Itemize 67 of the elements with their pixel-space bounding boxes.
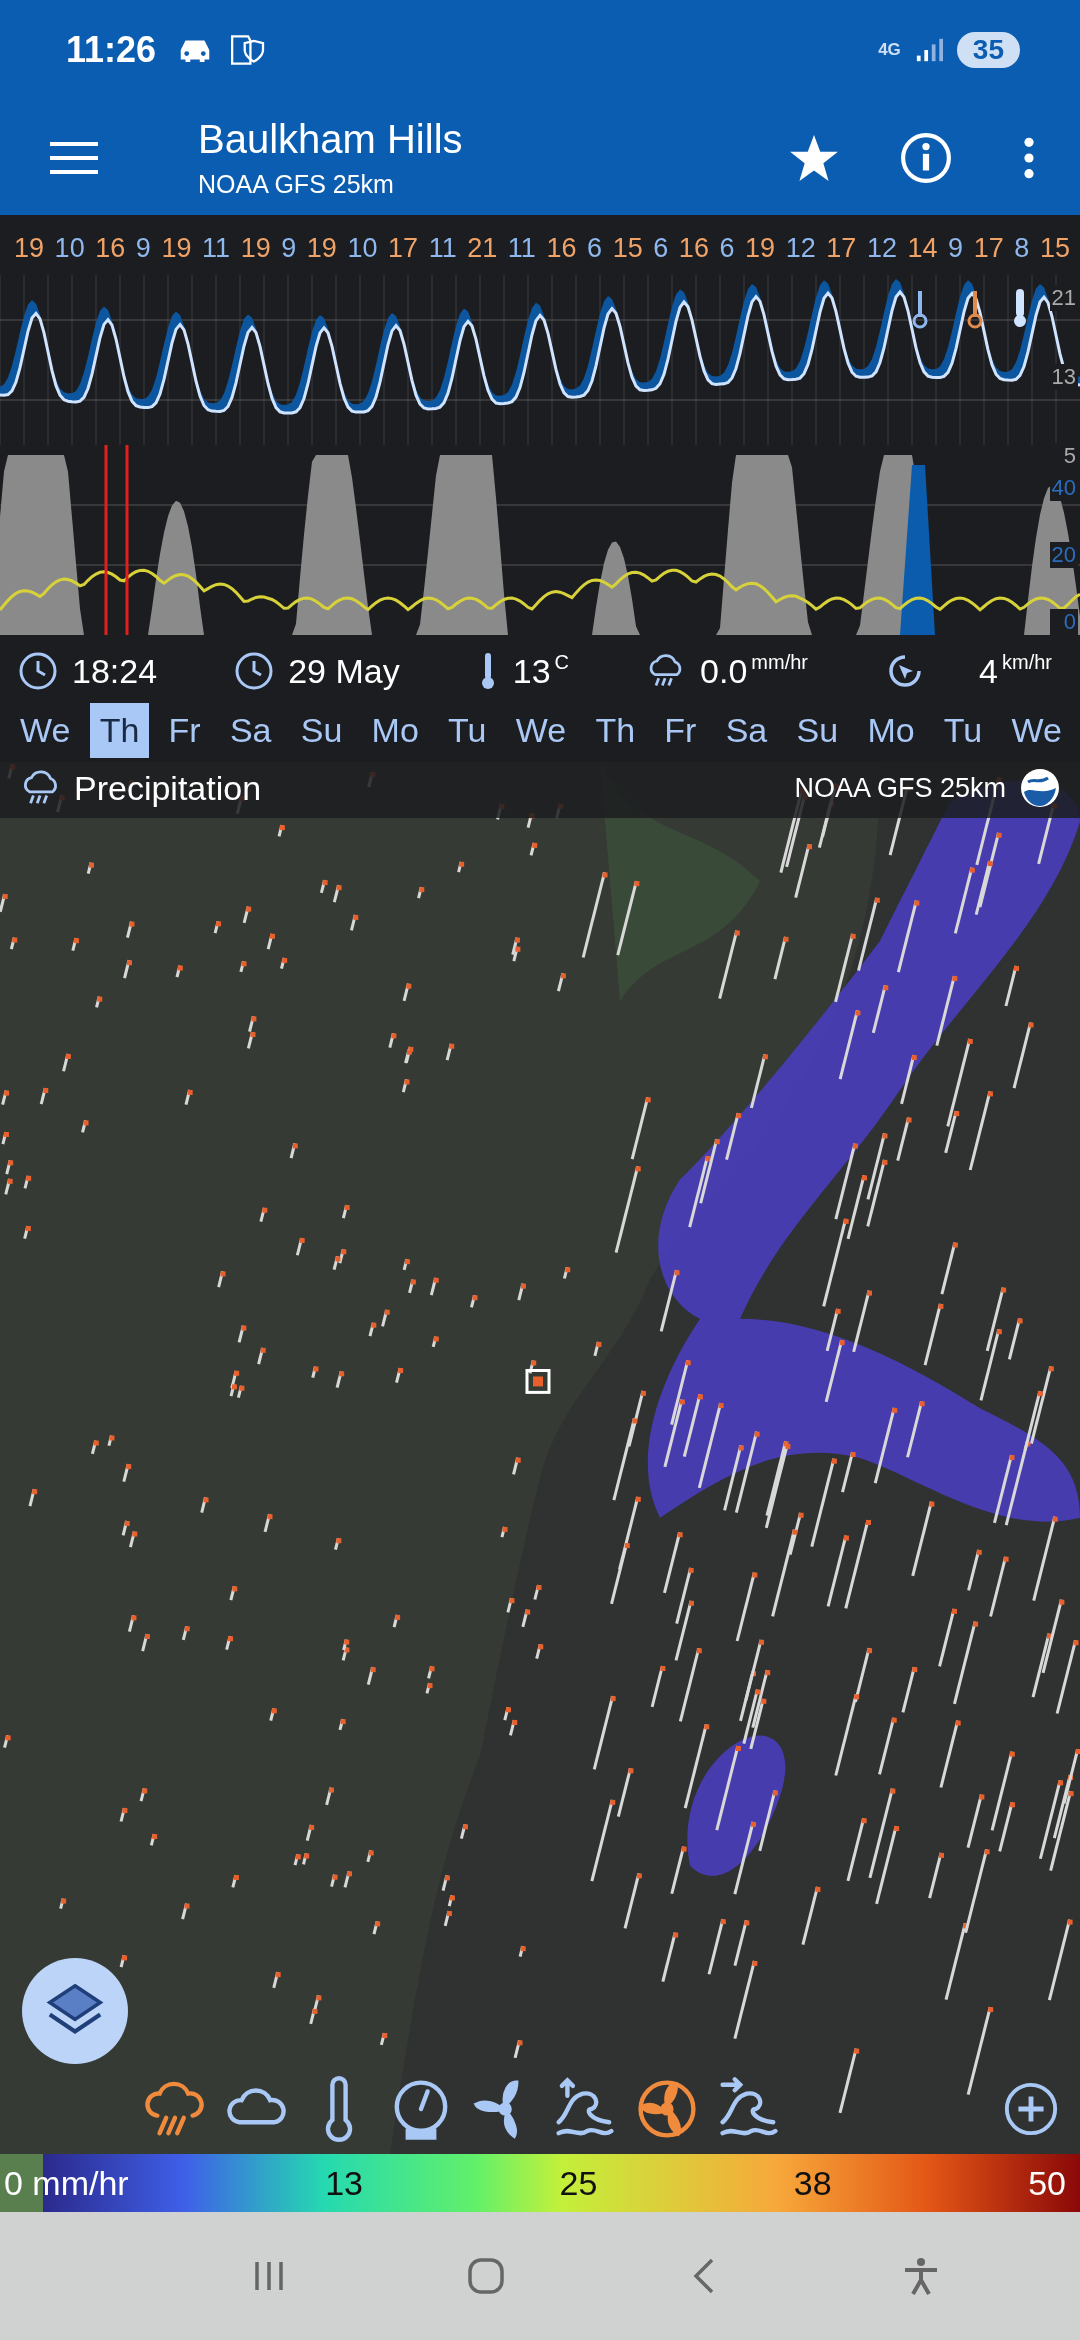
scale-label: 0 mm/hr: [4, 2163, 130, 2203]
daily-temperature: 17: [826, 233, 857, 265]
network-type: 4G: [878, 40, 901, 60]
daily-temperature: 19: [161, 233, 192, 265]
day-tab[interactable]: Th: [585, 703, 646, 758]
daily-temperature: 14: [907, 233, 938, 265]
daily-temperature: 19: [240, 233, 271, 265]
daily-temperature: 6: [653, 233, 669, 265]
daily-temperature: 6: [587, 233, 603, 265]
day-tab[interactable]: Sa: [219, 703, 282, 758]
time-readout: 18:24: [72, 651, 158, 691]
precipitation-readout: 0.0: [700, 651, 748, 691]
daily-temperature: 16: [95, 233, 126, 265]
temperature-axis-label: 21: [1049, 285, 1078, 311]
temperature-unit: C: [554, 651, 569, 674]
daily-temperature: 10: [347, 233, 378, 265]
day-tab[interactable]: Fr: [158, 703, 211, 758]
wind-readout: 4: [979, 651, 998, 691]
day-tab[interactable]: Su: [786, 703, 849, 758]
daily-temperature: 6: [719, 233, 735, 265]
daily-temperature: 15: [1039, 233, 1070, 265]
day-tab[interactable]: Fr: [654, 703, 707, 758]
day-tab[interactable]: Mo: [857, 703, 925, 758]
daily-temperature: 17: [388, 233, 419, 265]
day-tab[interactable]: Mo: [361, 703, 429, 758]
scale-label: 50: [1028, 2163, 1066, 2203]
precipitation-axis-label: 20: [1049, 542, 1078, 568]
precipitation-unit: mm/hr: [751, 651, 808, 674]
day-tab[interactable]: Th: [89, 703, 150, 758]
precipitation-axis-label: 0: [1049, 609, 1078, 635]
status-time: 11:26: [66, 29, 157, 71]
temperature-readout: 13: [512, 651, 551, 691]
day-tab[interactable]: Su: [290, 703, 353, 758]
daily-temperature: 16: [546, 233, 577, 265]
daily-temperature: 19: [306, 233, 337, 265]
daily-temperature: 8: [1014, 233, 1030, 265]
daily-temperature: 12: [785, 233, 816, 265]
scale-label: 13: [325, 2163, 364, 2203]
day-tab[interactable]: We: [505, 703, 577, 758]
layer-title: Precipitation: [74, 768, 262, 808]
day-tab[interactable]: We: [10, 703, 81, 758]
daily-temperature: 11: [202, 233, 231, 265]
model-subtitle: NOAA GFS 25km: [198, 169, 395, 199]
date-readout: 29 May: [288, 651, 400, 691]
scale-label: 25: [559, 2163, 599, 2203]
daily-temperature: 21: [467, 233, 498, 265]
daily-temperature: 19: [745, 233, 776, 265]
daily-temperature: 9: [135, 233, 151, 265]
daily-temperature: 19: [14, 233, 45, 265]
wind-unit: km/hr: [1002, 651, 1052, 674]
day-tab[interactable]: Sa: [715, 703, 778, 758]
daily-temperature: 16: [678, 233, 709, 265]
daily-temperature: 10: [54, 233, 85, 265]
daily-temperature: 9: [948, 233, 964, 265]
model-label: NOAA GFS 25km: [794, 772, 1006, 804]
day-tab[interactable]: Tu: [438, 703, 497, 758]
scale-label: 38: [793, 2163, 833, 2203]
daily-temperature: 11: [428, 233, 457, 265]
daily-temperature: 9: [281, 233, 297, 265]
day-tab[interactable]: We: [1001, 703, 1072, 758]
daily-temperature: 15: [612, 233, 643, 265]
battery-level: 35: [956, 32, 1020, 68]
daily-temperature: 12: [866, 233, 897, 265]
daily-temperature: 11: [507, 233, 536, 265]
location-title: Baulkham Hills: [198, 116, 464, 162]
day-tab[interactable]: Tu: [933, 703, 993, 758]
daily-temperature: 17: [973, 233, 1004, 265]
